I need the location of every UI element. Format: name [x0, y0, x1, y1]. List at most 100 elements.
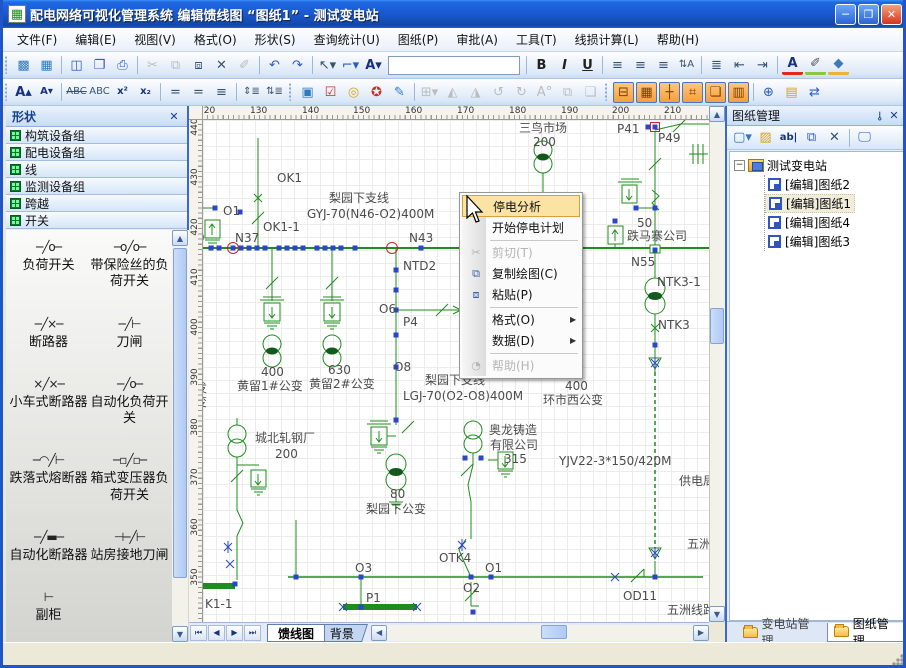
menu-item[interactable]: 帮助(H) — [648, 28, 708, 51]
menu-item[interactable]: 格式(O) — [185, 28, 246, 51]
shape-item[interactable]: ─◠╱⊢ 跌落式熔断器 — [8, 453, 89, 504]
canvas-horizontal-scrollbar[interactable]: ◀ ▶ — [371, 625, 709, 641]
spacing-increase-icon[interactable]: ⇕≣ — [241, 82, 262, 103]
shape-group-bar[interactable]: 构筑设备组 — [6, 127, 187, 144]
tree-item-drawing[interactable]: [编辑]图纸3 — [765, 232, 853, 251]
page-breaks-toggle-icon[interactable]: ❏ — [705, 82, 726, 103]
subscript-icon[interactable]: x₂ — [135, 82, 156, 103]
shape-item[interactable]: ─o╱o─ 带保险丝的负荷开关 — [89, 240, 170, 291]
scrollbar-thumb[interactable] — [710, 308, 724, 344]
shape-item[interactable]: ─╱▬─ 自动化断路器 — [8, 530, 89, 564]
italic-icon[interactable]: I — [554, 55, 575, 76]
shape-group-bar[interactable]: 线 — [6, 161, 187, 178]
selection-frame-toggle-icon[interactable]: ⌗ — [682, 82, 703, 103]
bullet-list-icon[interactable]: ≣ — [706, 55, 727, 76]
font-size-increase-icon[interactable]: A▴ — [13, 82, 34, 103]
feeder-diagram-area[interactable]: 三鸟市场200P41P49OK1O1梨园下支线GYJ-70(N46-O2)400… — [203, 120, 709, 622]
redo-icon[interactable]: ↷ — [287, 55, 308, 76]
underline-icon[interactable]: U — [577, 55, 598, 76]
scroll-right-icon[interactable]: ▶ — [693, 625, 709, 641]
menu-item[interactable]: 查询统计(U) — [305, 28, 389, 51]
resize-grip[interactable] — [892, 654, 904, 666]
menu-item[interactable]: 图纸(P) — [389, 28, 448, 51]
canvas-vertical-scrollbar[interactable]: ▲ ▼ — [709, 106, 725, 622]
scroll-up-icon[interactable]: ▲ — [172, 230, 188, 246]
menu-item[interactable]: 编辑(E) — [66, 28, 125, 51]
superscript-icon[interactable]: x² — [112, 82, 133, 103]
shape-group-bar[interactable]: 监测设备组 — [6, 178, 187, 195]
bold-icon[interactable]: B — [531, 55, 552, 76]
grid-toggle-icon[interactable]: ▦ — [636, 82, 657, 103]
calculator-grid-icon[interactable]: ▦ — [36, 55, 57, 76]
shape-item[interactable]: ─╱×─ 断路器 — [8, 317, 89, 351]
last-page-button[interactable]: ⏭ — [244, 625, 261, 641]
line-spacing-single-icon[interactable]: = — [165, 82, 186, 103]
tree-item-drawing[interactable]: [编辑]图纸1 — [765, 194, 855, 213]
scroll-left-icon[interactable]: ◀ — [371, 625, 387, 641]
shape-item[interactable]: ⊢ 副柜 — [8, 590, 89, 624]
strikethrough-icon[interactable]: ABC — [66, 82, 87, 103]
prev-page-button[interactable]: ◀ — [208, 625, 225, 641]
menu-item-copy-drawing[interactable]: ⧉ 复制绘图(C) — [462, 263, 580, 284]
tab-substation-manager[interactable]: 变电站管理 — [737, 623, 825, 642]
line-spacing-half-icon[interactable]: = — [188, 82, 209, 103]
text-tool-icon[interactable]: A▾ — [363, 55, 384, 76]
panel-close-icon[interactable]: ✕ — [887, 109, 901, 122]
diagram-canvas[interactable]: 120130140150160170180190200210 440430420… — [189, 106, 709, 622]
scroll-up-icon[interactable]: ▲ — [709, 106, 725, 122]
shape-group-bar[interactable]: 开关 — [6, 212, 187, 229]
menu-item-format[interactable]: 格式(O) ▶ — [462, 309, 580, 330]
menu-item[interactable]: 工具(T) — [507, 28, 566, 51]
fill-color-icon[interactable]: ◆ — [828, 56, 849, 75]
shape-item[interactable]: ─╱o─ 自动化负荷开关 — [89, 377, 170, 428]
connector-points-icon[interactable]: ⇄ — [804, 82, 825, 103]
restore-button[interactable]: ❐ — [858, 4, 879, 25]
scrollbar-thumb[interactable] — [173, 248, 187, 578]
close-button[interactable]: ✕ — [881, 4, 902, 25]
shapes-panel-close-icon[interactable]: ✕ — [167, 110, 181, 123]
delete-icon[interactable]: ✕ — [211, 55, 232, 76]
copy-drawing-icon[interactable]: ⧉ — [801, 127, 822, 148]
font-color-icon[interactable]: A — [782, 56, 803, 75]
pointer-tool-icon[interactable]: ↖▾ — [317, 55, 338, 76]
font-combo[interactable] — [388, 56, 520, 75]
new-feeder-diagram-icon[interactable]: ▩ — [13, 55, 34, 76]
highlight-color-icon[interactable]: ✐ — [805, 56, 826, 75]
connector-tool-icon[interactable]: ⌐▾ — [340, 55, 361, 76]
spacing-decrease-icon[interactable]: ⇅≣ — [264, 82, 285, 103]
search-document-icon[interactable]: ◎ — [343, 82, 364, 103]
properties-icon[interactable]: ▤ — [781, 82, 802, 103]
open-drawing-icon[interactable]: ▨ — [755, 127, 776, 148]
line-spacing-double-icon[interactable]: ≡ — [211, 82, 232, 103]
tree-item-drawing[interactable]: [编辑]图纸2 — [765, 175, 853, 194]
scrollbar-thumb[interactable] — [541, 625, 567, 639]
delete-drawing-icon[interactable]: ✕ — [824, 127, 845, 148]
tab-drawing-manager[interactable]: 图纸管理 — [827, 623, 906, 642]
menu-item-data[interactable]: 数据(D) ▶ — [462, 330, 580, 351]
menu-item[interactable]: 文件(F) — [8, 28, 66, 51]
scroll-down-icon[interactable]: ▼ — [172, 626, 188, 642]
ruler-toggle-icon[interactable]: ⊟ — [613, 82, 634, 103]
shape-item[interactable]: ─╱o─ 负荷开关 — [8, 240, 89, 291]
align-center-icon[interactable]: ≡ — [630, 55, 651, 76]
print-preview-icon[interactable]: ❐ — [89, 55, 110, 76]
indent-increase-icon[interactable]: ⇥ — [752, 55, 773, 76]
drawing-explorer-toggle-icon[interactable]: ▥ — [728, 82, 749, 103]
shape-item[interactable]: ×╱×─ 小车式断路器 — [8, 377, 89, 428]
shape-group-bar[interactable]: 跨越 — [6, 195, 187, 212]
tree-expander-icon[interactable]: − — [734, 160, 745, 171]
tab-feeder-diagram[interactable]: 馈线图 — [267, 624, 325, 642]
shape-group-bar[interactable]: 配电设备组 — [6, 144, 187, 161]
menu-item[interactable]: 形状(S) — [246, 28, 305, 51]
shape-item[interactable]: ─╱⊢ 刀闸 — [89, 317, 170, 351]
shape-item[interactable]: ─▫╱▫─ 箱式变压器负荷开关 — [89, 453, 170, 504]
tree-root-substation[interactable]: − 测试变电站 — [734, 156, 903, 175]
minimize-button[interactable]: ─ — [835, 4, 856, 25]
print-icon[interactable]: ⎙ — [112, 55, 133, 76]
paste-icon[interactable]: ⧈ — [188, 55, 209, 76]
text-case-icon[interactable]: ABC — [89, 82, 110, 103]
pan-zoom-icon[interactable]: ⊕ — [758, 82, 779, 103]
next-page-button[interactable]: ▶ — [226, 625, 243, 641]
shape-item[interactable]: ⊣─╱⊢ 站房接地刀闸 — [89, 530, 170, 564]
save-icon[interactable]: ◫ — [66, 55, 87, 76]
